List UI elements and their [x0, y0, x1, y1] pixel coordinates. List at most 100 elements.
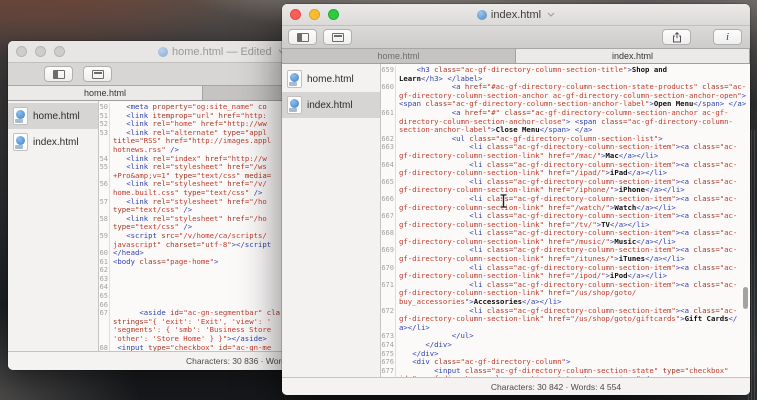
file-sidebar: home.html index.html: [282, 64, 381, 377]
tab-index-html[interactable]: index.html: [516, 49, 750, 63]
text-cursor-pointer: [498, 193, 509, 214]
sidebar-item-index-html[interactable]: index.html: [8, 129, 98, 155]
line-number: 671: [381, 280, 396, 290]
zoom-button[interactable]: [328, 9, 339, 20]
traffic-lights: [16, 41, 65, 62]
line-number: 65: [99, 292, 110, 301]
line-number: [99, 240, 110, 250]
line-number: 62: [99, 266, 110, 275]
zoom-button[interactable]: [54, 46, 65, 57]
line-number: 660: [381, 83, 396, 92]
html-file-icon: [13, 107, 28, 125]
minimize-button[interactable]: [35, 46, 46, 57]
line-number: 57: [99, 197, 110, 207]
line-number: 50: [99, 103, 110, 112]
line-number: 668: [381, 229, 396, 238]
line-number: 674: [381, 341, 396, 350]
window-title: home.html — Edited: [172, 45, 272, 58]
file-sidebar: home.html index.html: [8, 101, 99, 351]
window-title-group[interactable]: home.html — Edited: [158, 41, 286, 62]
share-button[interactable]: [662, 29, 691, 45]
line-number: 659: [381, 66, 396, 75]
html-file-icon: [13, 133, 28, 151]
line-number: 669: [381, 246, 396, 256]
titlebar[interactable]: index.html: [282, 4, 750, 26]
close-button[interactable]: [290, 9, 301, 20]
page-layout-button[interactable]: [83, 66, 112, 82]
line-number: [381, 255, 396, 264]
info-button[interactable]: i: [713, 29, 742, 45]
line-number: 663: [381, 143, 396, 152]
sidebar-toggle-button[interactable]: [288, 29, 317, 45]
line-number: [381, 100, 396, 109]
line-number: 670: [381, 263, 396, 273]
minimize-button[interactable]: [309, 9, 320, 20]
line-number: 59: [99, 231, 110, 241]
line-number: 66: [99, 300, 110, 310]
vertical-scrollbar-thumb[interactable]: [743, 287, 748, 309]
close-button[interactable]: [16, 46, 27, 57]
window-title-group[interactable]: index.html: [476, 9, 555, 21]
chevron-down-icon: [547, 12, 555, 17]
document-proxy-icon: [158, 46, 168, 57]
line-number: 64: [99, 283, 110, 293]
line-number: [381, 74, 396, 84]
sidebar-item-index-html[interactable]: index.html: [282, 92, 380, 118]
line-number: [381, 203, 396, 213]
line-number: 662: [381, 134, 396, 144]
toolbar: i: [282, 26, 750, 49]
line-number: [99, 317, 110, 327]
status-bar: Characters: 30 842 · Words: 4 554: [282, 377, 750, 395]
page-icon: [331, 32, 344, 42]
line-number: 58: [99, 214, 110, 224]
line-number: [99, 223, 110, 232]
html-file-icon: [287, 70, 302, 88]
line-number: 664: [381, 160, 396, 170]
info-icon: i: [725, 30, 730, 43]
desktop-background: home.html — Edited home.html home.html i…: [0, 0, 757, 400]
traffic-lights: [290, 4, 339, 25]
sidebar-item-home-html[interactable]: home.html: [282, 66, 380, 92]
tab-home-html[interactable]: home.html: [282, 49, 516, 63]
line-number: [99, 188, 110, 198]
line-number: 672: [381, 306, 396, 316]
character-word-count: Characters: 30 842 · Words: 4 554: [490, 381, 622, 392]
tab-bar: home.html index.html: [282, 49, 750, 64]
line-number: [381, 117, 396, 127]
line-number: [381, 186, 396, 195]
line-number: [381, 272, 396, 281]
line-number: 673: [381, 332, 396, 341]
html-file-icon: [287, 96, 302, 114]
line-number: [381, 289, 396, 299]
line-number: [381, 151, 396, 161]
character-word-count: Characters: 30 836 · Words:: [186, 356, 293, 366]
code-editor[interactable]: 659 <h3 class="ac-gf-directory-column-se…: [381, 64, 750, 377]
line-number: 67: [99, 309, 110, 318]
page-layout-button[interactable]: [323, 29, 352, 45]
code-line: gf-directory-column-section-link" href="…: [381, 314, 750, 324]
line-number: 53: [99, 128, 110, 138]
line-number: 68: [99, 343, 110, 351]
line-number: 666: [381, 194, 396, 204]
window-index-html[interactable]: index.html i home.html index.html home.h…: [282, 4, 750, 395]
line-number: 665: [381, 177, 396, 187]
line-number: [99, 145, 110, 155]
line-number: [381, 237, 396, 247]
line-number: [99, 326, 110, 336]
line-number: [99, 206, 110, 215]
line-number: 60: [99, 249, 110, 258]
page-icon: [91, 69, 104, 79]
sidebar-item-home-html[interactable]: home.html: [8, 103, 98, 129]
line-number: [99, 335, 110, 344]
line-number: 61: [99, 257, 110, 267]
line-number: 52: [99, 120, 110, 129]
line-number: 56: [99, 180, 110, 189]
sidebar-icon: [296, 32, 309, 42]
sidebar-toggle-button[interactable]: [44, 66, 73, 82]
line-number: 51: [99, 111, 110, 121]
line-number: 63: [99, 274, 110, 284]
line-number: [381, 169, 396, 178]
tab-home-html[interactable]: home.html: [8, 86, 203, 100]
line-number: [381, 91, 396, 101]
line-number: [381, 126, 396, 135]
